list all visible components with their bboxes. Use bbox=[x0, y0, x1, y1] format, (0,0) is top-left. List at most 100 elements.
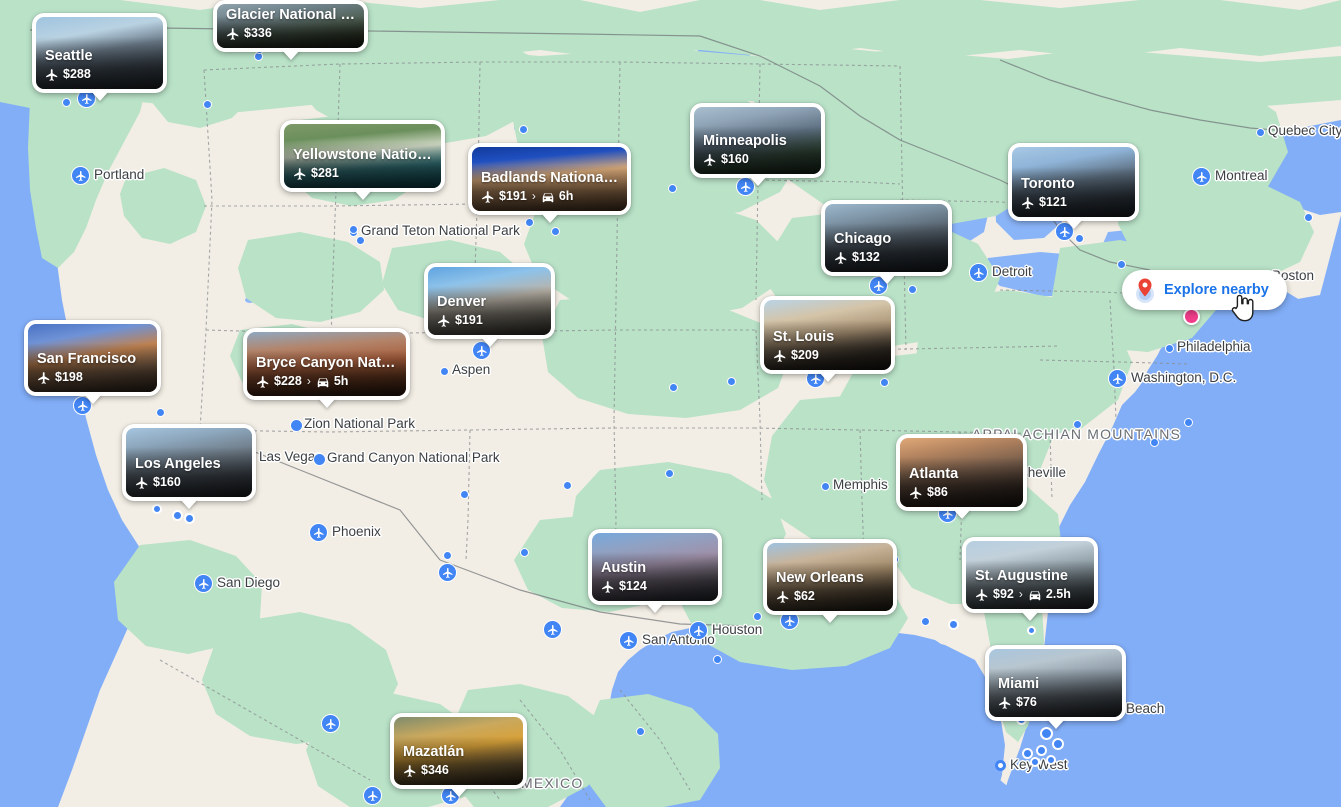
destination-card[interactable]: Yellowstone Nationa… $281 bbox=[280, 120, 445, 200]
airport-marker[interactable] bbox=[689, 621, 708, 640]
destination-card[interactable]: Glacier National Park $336 bbox=[213, 0, 368, 60]
poi-dot[interactable] bbox=[1256, 128, 1265, 137]
map-geography-layer bbox=[0, 0, 1341, 807]
destination-card[interactable]: Minneapolis $160 bbox=[690, 103, 825, 186]
destination-card[interactable]: Mazatlán $346 bbox=[390, 713, 527, 797]
destination-card-inner: Austin $124 bbox=[592, 533, 718, 601]
destination-name: Mazatlán bbox=[403, 744, 465, 760]
poi-dot[interactable] bbox=[995, 760, 1006, 771]
destination-name: Los Angeles bbox=[135, 456, 221, 472]
airport-marker[interactable] bbox=[194, 574, 213, 593]
destination-card[interactable]: San Francisco $198 bbox=[24, 320, 161, 404]
blue-dot-marker bbox=[1027, 626, 1036, 635]
card-pointer-tail bbox=[353, 190, 372, 200]
destination-card[interactable]: Miami $76 bbox=[985, 645, 1126, 729]
destination-text: Denver $191 bbox=[428, 294, 551, 335]
destination-text: Austin $124 bbox=[592, 560, 718, 601]
destination-name: Minneapolis bbox=[703, 133, 787, 149]
destination-price: $336 bbox=[244, 26, 272, 40]
flight-icon bbox=[1021, 196, 1035, 210]
poi-dot bbox=[520, 548, 529, 557]
destination-name: Miami bbox=[998, 676, 1040, 692]
poi-dot bbox=[1304, 213, 1313, 222]
poi-dot bbox=[563, 481, 572, 490]
selected-location-marker[interactable] bbox=[1183, 308, 1200, 325]
destination-price-row: $160 bbox=[703, 152, 812, 167]
airport-marker[interactable] bbox=[1192, 167, 1211, 186]
destination-text: Yellowstone Nationa… $281 bbox=[284, 147, 441, 188]
blue-dot-marker bbox=[184, 513, 195, 524]
flight-icon bbox=[601, 580, 615, 594]
destination-name: San Francisco bbox=[37, 351, 137, 367]
destination-card[interactable]: Austin $124 bbox=[588, 529, 722, 613]
flight-icon bbox=[776, 590, 790, 604]
destination-card[interactable]: Denver $191 bbox=[424, 263, 555, 347]
destination-card[interactable]: Chicago $132 bbox=[821, 200, 952, 284]
destination-price: $92 bbox=[993, 587, 1014, 601]
destination-name: St. Augustine bbox=[975, 568, 1068, 584]
destination-card[interactable]: Atlanta $86 bbox=[896, 434, 1027, 519]
destination-text: San Francisco $198 bbox=[28, 351, 157, 392]
poi-dot bbox=[665, 469, 674, 478]
airport-marker[interactable] bbox=[969, 263, 988, 282]
destination-price: $124 bbox=[619, 579, 647, 593]
poi-dot[interactable] bbox=[821, 482, 830, 491]
destination-price-row: $121 bbox=[1021, 195, 1126, 210]
airport-marker[interactable] bbox=[1108, 369, 1127, 388]
destination-card[interactable]: Bryce Canyon Natio… $228 › 5h bbox=[243, 328, 410, 408]
airport-marker[interactable] bbox=[309, 523, 328, 542]
destination-name: Austin bbox=[601, 560, 647, 576]
map-pin-icon bbox=[1132, 277, 1158, 303]
airport-marker[interactable] bbox=[543, 620, 562, 639]
destination-card[interactable]: Badlands National P… $191 › 6h bbox=[468, 143, 631, 223]
destination-card-inner: Yellowstone Nationa… $281 bbox=[284, 124, 441, 188]
airport-marker[interactable] bbox=[619, 631, 638, 650]
destination-card[interactable]: Los Angeles $160 bbox=[122, 424, 256, 509]
flight-icon bbox=[45, 68, 59, 82]
destination-card[interactable]: Toronto $121 bbox=[1008, 143, 1139, 229]
destination-text: St. Augustine $92 › 2.5h bbox=[966, 568, 1094, 609]
destination-price-row: $160 bbox=[135, 475, 243, 490]
map-canvas[interactable]: Quebec City Montreal Portland Detroit Boston… bbox=[0, 0, 1341, 807]
destination-name: Atlanta bbox=[909, 466, 959, 482]
airport-marker[interactable] bbox=[71, 166, 90, 185]
destination-name: Seattle bbox=[45, 48, 93, 64]
destination-card[interactable]: St. Augustine $92 › 2.5h bbox=[962, 537, 1098, 621]
flight-icon bbox=[256, 375, 270, 389]
poi-dot bbox=[519, 125, 528, 134]
poi-dot bbox=[1117, 260, 1126, 269]
destination-name: St. Louis bbox=[773, 329, 835, 345]
destination-text: Toronto $121 bbox=[1012, 176, 1135, 217]
poi-dot bbox=[1150, 438, 1159, 447]
destination-text: Atlanta $86 bbox=[900, 466, 1023, 507]
destination-name: Glacier National Park bbox=[226, 7, 355, 23]
destination-price: $160 bbox=[721, 152, 749, 166]
poi-dot[interactable] bbox=[1165, 344, 1174, 353]
poi-dot bbox=[669, 383, 678, 392]
airport-marker[interactable] bbox=[321, 714, 340, 733]
destination-price-row: $76 bbox=[998, 695, 1113, 710]
destination-card[interactable]: Seattle $288 bbox=[32, 13, 167, 101]
blue-dot-marker bbox=[172, 510, 183, 521]
airport-marker[interactable] bbox=[363, 786, 382, 805]
poi-dot[interactable] bbox=[313, 453, 326, 466]
destination-text: Glacier National Park $336 bbox=[217, 7, 364, 48]
destination-price: $191 bbox=[499, 189, 527, 203]
airport-marker[interactable] bbox=[438, 563, 457, 582]
destination-card-inner: New Orleans $62 bbox=[767, 543, 893, 611]
destination-price: $160 bbox=[153, 475, 181, 489]
destination-price: $121 bbox=[1039, 195, 1067, 209]
destination-card[interactable]: New Orleans $62 bbox=[763, 539, 897, 623]
destination-card[interactable]: St. Louis $209 bbox=[760, 296, 895, 382]
destination-text: Chicago $132 bbox=[825, 231, 948, 272]
poi-dot[interactable] bbox=[440, 367, 449, 376]
card-pointer-tail bbox=[480, 337, 499, 347]
poi-dot[interactable] bbox=[290, 419, 303, 432]
destination-price-row: $209 bbox=[773, 348, 882, 363]
car-icon bbox=[1028, 588, 1042, 602]
explore-nearby-button[interactable]: Explore nearby bbox=[1122, 270, 1287, 310]
card-pointer-tail bbox=[90, 91, 109, 101]
poi-dot bbox=[1073, 420, 1082, 429]
flight-icon bbox=[37, 371, 51, 385]
destination-price-row: $191 › 6h bbox=[481, 189, 618, 204]
